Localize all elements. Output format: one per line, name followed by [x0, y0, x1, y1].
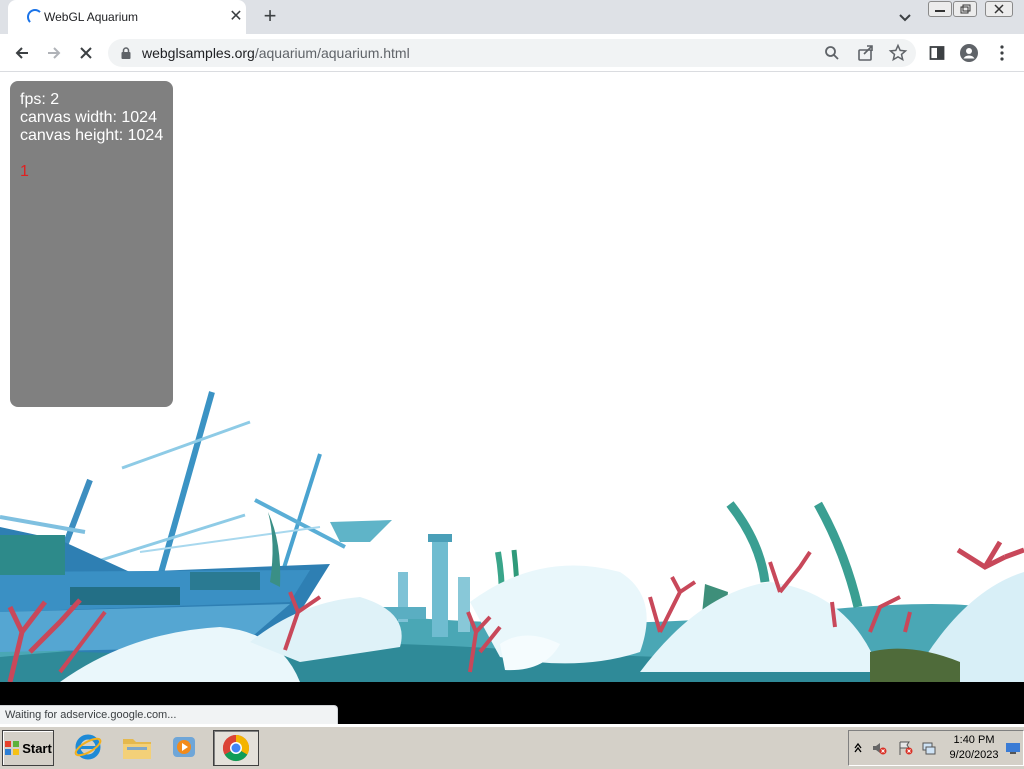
stop-loading-icon — [80, 47, 92, 59]
clock-time[interactable]: 1:40 PM — [949, 734, 999, 746]
side-panel-button[interactable] — [924, 40, 950, 66]
forward-button[interactable] — [41, 40, 67, 66]
close-icon[interactable]: ✕ — [226, 7, 246, 27]
counter-value: 1 — [20, 163, 29, 180]
volume-muted-icon[interactable] — [871, 740, 887, 756]
desktop-icon[interactable] — [1005, 740, 1021, 756]
tab-strip: WebGL Aquarium ✕ + — [0, 0, 1024, 34]
internet-explorer-icon — [74, 734, 102, 760]
chrome-icon — [222, 734, 250, 762]
taskbar: Start 1:40 PM 9/20/2023 — [0, 726, 1024, 769]
clock-date[interactable]: 9/20/2023 — [945, 749, 1003, 761]
taskbar-file-explorer[interactable] — [115, 730, 159, 764]
back-arrow-icon — [15, 47, 28, 59]
page-viewport: fps: 2 canvas width: 1024 canvas height:… — [0, 72, 1024, 682]
network-icon[interactable] — [921, 740, 937, 756]
loading-spinner-icon — [27, 9, 43, 25]
url-text[interactable]: webglsamples.org/aquarium/aquarium.html — [142, 45, 410, 61]
restore-button[interactable] — [953, 1, 977, 17]
profile-icon — [960, 44, 978, 62]
browser-toolbar: webglsamples.org/aquarium/aquarium.html — [0, 34, 1024, 72]
start-button[interactable]: Start — [2, 730, 54, 766]
status-bubble: Waiting for adservice.google.com... — [0, 705, 338, 724]
restore-icon — [960, 4, 971, 14]
taskbar-internet-explorer[interactable] — [66, 730, 110, 764]
profile-button[interactable] — [956, 40, 982, 66]
stop-loading-button[interactable] — [73, 40, 99, 66]
window-close-button[interactable] — [985, 1, 1013, 17]
window-close-icon — [994, 4, 1004, 14]
taskbar-chrome[interactable] — [213, 730, 259, 766]
canvas-height-readout: canvas height: 1024 — [20, 127, 164, 144]
fps-readout: fps: 2 — [20, 91, 60, 108]
more-menu-button[interactable] — [989, 40, 1015, 66]
new-tab-button[interactable]: + — [258, 5, 282, 29]
lock-icon[interactable] — [119, 46, 133, 60]
tray-chevron-icon[interactable] — [853, 740, 863, 756]
share-icon[interactable] — [856, 43, 876, 63]
search-icon[interactable] — [822, 43, 842, 63]
side-panel-icon — [929, 46, 945, 60]
tab-webgl-aquarium[interactable]: WebGL Aquarium ✕ — [8, 0, 246, 34]
taskbar-media-player[interactable] — [162, 730, 206, 764]
forward-arrow-icon — [48, 47, 61, 59]
folder-icon — [123, 739, 151, 759]
media-player-icon — [173, 737, 195, 757]
flag-alert-icon[interactable] — [897, 740, 913, 756]
address-bar[interactable]: webglsamples.org/aquarium/aquarium.html — [108, 39, 916, 67]
chevron-down-icon[interactable] — [894, 6, 916, 28]
star-icon[interactable] — [888, 43, 908, 63]
start-label: Start — [22, 740, 52, 756]
canvas-width-readout: canvas width: 1024 — [20, 109, 157, 126]
back-button[interactable] — [9, 40, 35, 66]
system-tray: 1:40 PM 9/20/2023 — [848, 730, 1024, 766]
minimize-button[interactable] — [928, 1, 952, 17]
more-menu-icon — [1000, 45, 1004, 61]
minimize-icon — [935, 10, 945, 12]
windows-logo-icon — [5, 741, 20, 755]
url-host: webglsamples.org — [142, 45, 255, 61]
tab-title: WebGL Aquarium — [44, 10, 139, 24]
url-path: /aquarium/aquarium.html — [254, 45, 410, 61]
stats-panel: fps: 2 canvas width: 1024 canvas height:… — [10, 81, 173, 407]
